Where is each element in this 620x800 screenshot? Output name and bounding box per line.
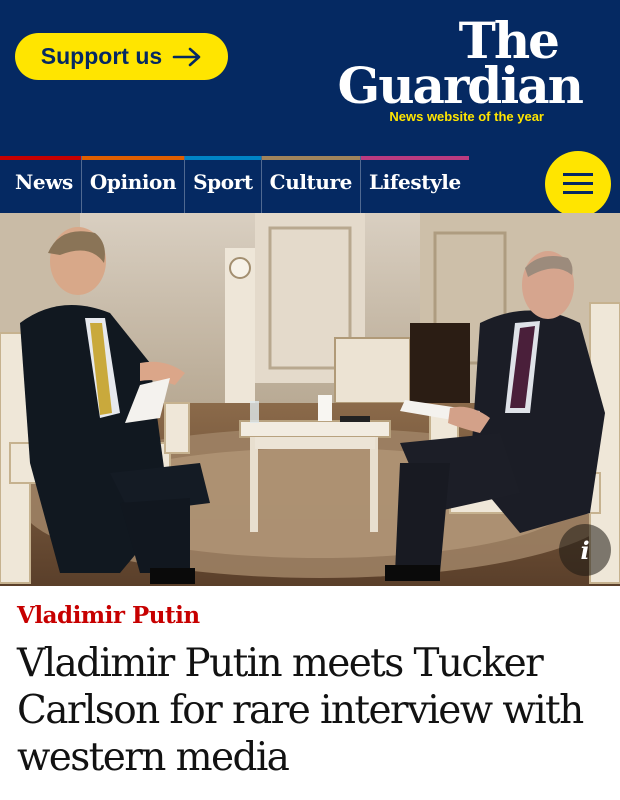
nav-pillar-bar: [0, 156, 81, 160]
support-us-label: Support us: [40, 43, 163, 69]
guardian-logo[interactable]: The Guardian: [337, 16, 584, 115]
hamburger-icon: [563, 173, 593, 176]
nav-item-opinion[interactable]: Opinion: [80, 156, 185, 213]
nav-pillar-bar: [81, 156, 185, 160]
logo-tagline: News website of the year: [389, 109, 544, 124]
interview-photo: [0, 213, 620, 586]
nav-item-sport[interactable]: Sport: [184, 156, 261, 213]
nav-pillar-bar: [261, 156, 360, 160]
logo-guardian: Guardian: [337, 56, 584, 115]
nav-item-label: Sport: [193, 170, 253, 194]
hamburger-icon-line: [563, 182, 593, 185]
info-icon: i: [580, 535, 590, 565]
arrow-right-icon: [172, 47, 201, 66]
nav-item-news[interactable]: News: [0, 156, 81, 213]
nav-item-label: Culture: [269, 170, 353, 194]
article-kicker[interactable]: Vladimir Putin: [17, 602, 200, 629]
image-caption-info-button[interactable]: i: [559, 524, 611, 576]
nav-item-label: Lifestyle: [368, 170, 461, 194]
hamburger-icon-line: [563, 191, 593, 194]
nav-pillar-bar: [360, 156, 469, 160]
nav-item-label: News: [15, 170, 73, 194]
article-headline: Vladimir Putin meets Tucker Carlson for …: [17, 641, 584, 780]
article-main-image[interactable]: [0, 213, 620, 586]
nav-item-culture[interactable]: Culture: [260, 156, 360, 213]
nav-item-label: Opinion: [89, 170, 177, 194]
nav-pillar-bar: [185, 156, 261, 160]
nav-item-lifestyle[interactable]: Lifestyle: [359, 156, 469, 213]
support-us-button[interactable]: Support us: [15, 33, 228, 80]
primary-nav: News Opinion Sport Culture Lifestyle: [0, 156, 469, 213]
menu-button[interactable]: [545, 151, 611, 217]
